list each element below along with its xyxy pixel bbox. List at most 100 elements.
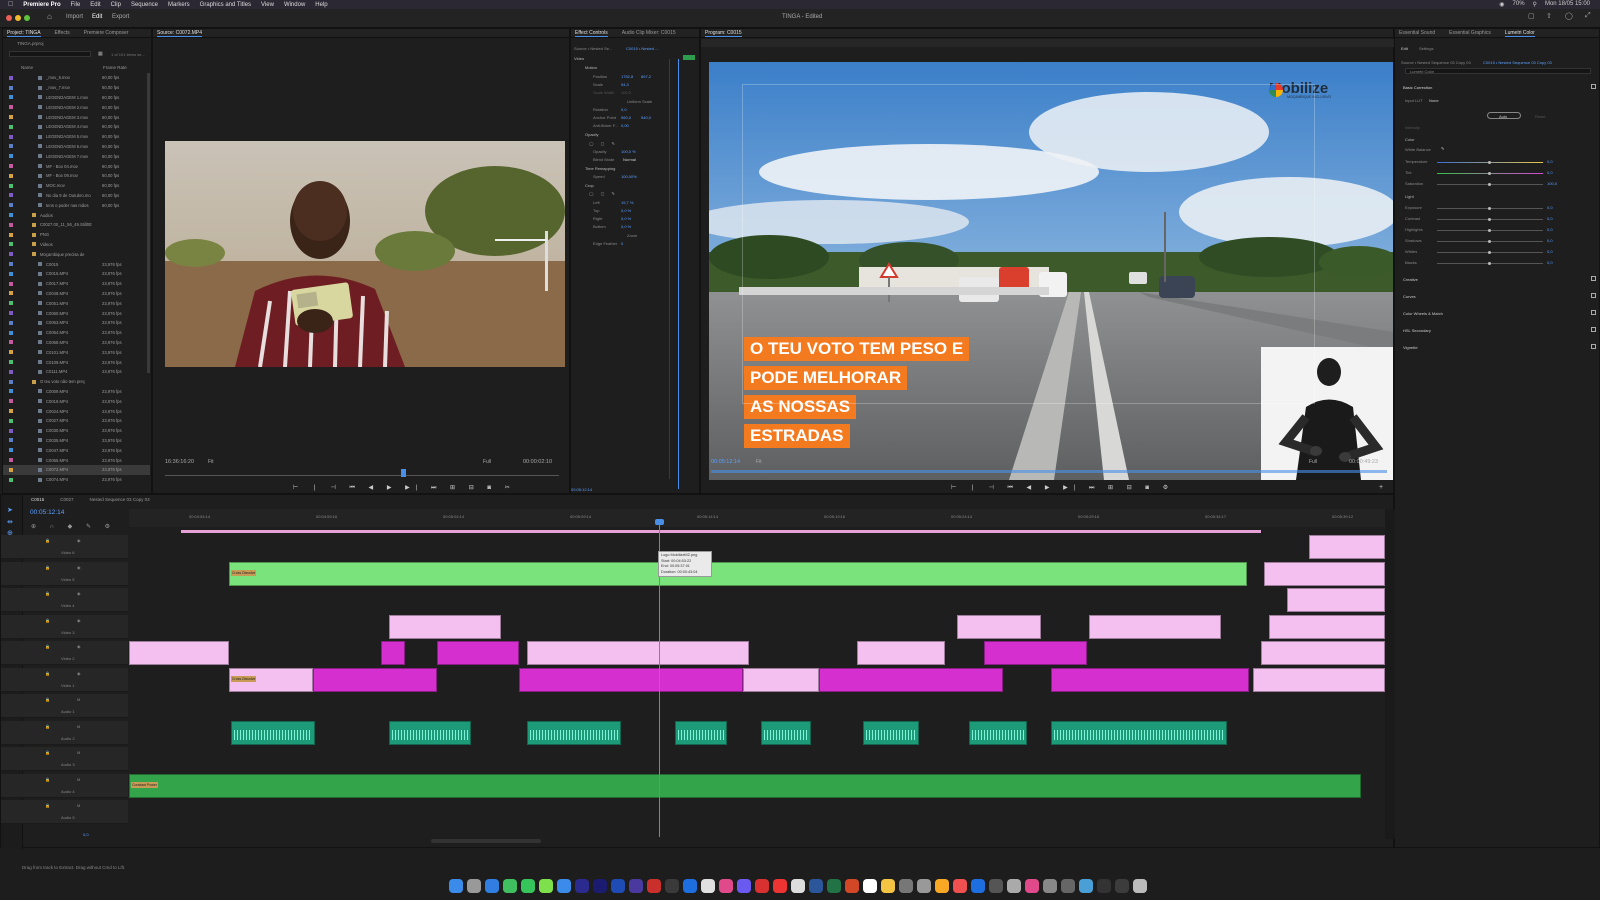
project-item[interactable]: MF - Box 04.mov 60,00 fps [3, 161, 150, 171]
tint-slider[interactable] [1437, 172, 1543, 175]
eyedropper-icon[interactable]: ✎ [1441, 146, 1444, 151]
tab-seq-c0015[interactable]: C0015 [31, 497, 44, 502]
dock-app-icon[interactable] [1007, 879, 1021, 893]
lock-icon[interactable]: 🔒 [45, 803, 50, 808]
column-frame-rate[interactable]: Frame Rate [103, 65, 127, 70]
track-header[interactable]: Audio 5 🔒 M [1, 800, 128, 824]
lumetri-target[interactable]: C0015 • Nested Sequence 03 Copy 03 [1483, 60, 1552, 65]
lumetri-section-checkbox[interactable] [1591, 327, 1596, 332]
lock-icon[interactable]: 🔒 [45, 671, 50, 676]
tab-premiere-composer[interactable]: Premiere Composer [84, 30, 129, 36]
fx-position-x[interactable]: 1752,8 [621, 74, 633, 79]
lock-icon[interactable]: 🔒 [45, 697, 50, 702]
contrast-slider-handle[interactable] [1488, 218, 1491, 221]
mute-icon[interactable]: M [77, 724, 80, 729]
dock-app-icon[interactable] [809, 879, 823, 893]
project-item[interactable]: LEGENDAGEM 7.mov 60,00 fps [3, 151, 150, 161]
project-item[interactable]: LEGENDAGEM 3.mov 60,00 fps [3, 112, 150, 122]
program-scrub-bar[interactable] [711, 470, 1387, 473]
saturation-slider-handle[interactable] [1488, 183, 1491, 186]
dock-app-icon[interactable] [881, 879, 895, 893]
project-item[interactable]: C0017.MP4 23,976 fps [3, 279, 150, 289]
work-area-bar[interactable] [181, 530, 1261, 533]
track-header[interactable]: Audio 4 🔒 M [1, 773, 128, 798]
track-header[interactable]: Audio 1 🔒 M [1, 694, 128, 718]
project-item[interactable]: Moçambique precisa de [3, 249, 150, 259]
tab-project[interactable]: Project: TINGA [7, 30, 41, 37]
fx-rotation-value[interactable]: 0,0 [621, 107, 627, 112]
dock-app-icon[interactable] [521, 879, 535, 893]
menu-graphics[interactable]: Graphics and Titles [200, 2, 251, 8]
lumetri-fx-select[interactable]: Lumetri Color [1405, 68, 1591, 74]
progress-icon[interactable]: ◯ [1565, 12, 1573, 20]
dock-app-icon[interactable] [827, 879, 841, 893]
fx-opacity[interactable]: Opacity [585, 132, 599, 137]
highlights-slider-handle[interactable] [1488, 229, 1491, 232]
column-name[interactable]: Name [21, 65, 33, 70]
contrast-slider[interactable] [1437, 218, 1543, 221]
dock-app-icon[interactable] [665, 879, 679, 893]
project-item[interactable]: C0109.MP4 23,976 fps [3, 357, 150, 367]
project-item[interactable]: C0060.MP4 23,976 fps [3, 308, 150, 318]
fx-bottom-value[interactable]: 0,0 % [621, 224, 631, 229]
dock-app-icon[interactable] [629, 879, 643, 893]
app-menu[interactable]: Premiere Pro [23, 2, 60, 8]
audio-clip[interactable] [129, 773, 1361, 798]
lumetri-section-header[interactable]: Curves [1403, 294, 1416, 299]
lock-icon[interactable]: 🔒 [45, 777, 50, 782]
project-item[interactable]: C0009.MP4 23,976 fps [3, 387, 150, 397]
workspace-import[interactable]: Import [66, 14, 83, 20]
fx-playhead[interactable] [678, 59, 679, 489]
project-item[interactable]: LEGENDAGEM 2.mov 60,00 fps [3, 102, 150, 112]
blacks-slider[interactable] [1437, 262, 1543, 265]
track-header[interactable]: Video 6 🔒 ◉ [1, 535, 128, 559]
tab-seq-c0027[interactable]: C0027 [60, 497, 73, 502]
dock-app-icon[interactable] [449, 879, 463, 893]
timeline-timecode[interactable]: 00:05:12:14 [30, 509, 64, 516]
project-item[interactable]: Videos [3, 240, 150, 250]
menu-file[interactable]: File [71, 2, 81, 8]
project-item[interactable]: LEGENDAGEM 6.mov 60,00 fps [3, 142, 150, 152]
new-bin-icon[interactable]: ▦ [98, 51, 103, 57]
video-clip[interactable] [1089, 614, 1221, 639]
project-item[interactable]: LEGENDAGEM 4.mov 60,00 fps [3, 122, 150, 132]
program-transport-controls[interactable]: ⊢ ❘ ⊣ ⏮ ◀ ▶ ▶| ⏭ ⊞ ⊟ ◙ ⚙ [951, 484, 1174, 492]
fx-motion[interactable]: Motion [585, 65, 597, 70]
contrast-value[interactable]: 0,0 [1547, 216, 1553, 221]
wifi-icon[interactable]: ◉ [1499, 1, 1504, 8]
video-clip[interactable] [313, 667, 437, 692]
video-clip[interactable] [229, 561, 1247, 586]
auto-button[interactable]: Auto [1487, 112, 1521, 119]
menu-window[interactable]: Window [284, 2, 305, 8]
tint-slider-handle[interactable] [1488, 172, 1491, 175]
project-item[interactable]: C0024.MP4 23,976 fps [3, 406, 150, 416]
dock-app-icon[interactable] [935, 879, 949, 893]
transition-constant-power[interactable]: Constant Power [131, 781, 158, 788]
program-resolution-select[interactable]: Full [1309, 459, 1317, 465]
lumetri-section-header[interactable]: HSL Secondary [1403, 328, 1431, 333]
project-item[interactable]: _mov_7.mov 60,00 fps [3, 83, 150, 93]
temperature-slider-handle[interactable] [1488, 161, 1491, 164]
audio-clip[interactable] [527, 720, 621, 745]
tab-effect-controls[interactable]: Effect Controls [575, 30, 608, 37]
menu-markers[interactable]: Markers [168, 2, 190, 8]
dock-app-icon[interactable] [1043, 879, 1057, 893]
highlights-slider[interactable] [1437, 229, 1543, 232]
eye-icon[interactable]: ◉ [77, 618, 81, 623]
dock-app-icon[interactable] [899, 879, 913, 893]
blacks-slider-handle[interactable] [1488, 262, 1491, 265]
mute-icon[interactable]: M [77, 750, 80, 755]
timeline-scrollbar[interactable] [431, 839, 541, 843]
dock-app-icon[interactable] [719, 879, 733, 893]
source-playhead[interactable] [401, 469, 406, 477]
fx-opacity-value[interactable]: 100,0 % [621, 149, 636, 154]
input-lut-select[interactable]: None [1429, 98, 1439, 103]
dock-app-icon[interactable] [701, 879, 715, 893]
project-item[interactable]: C0019.MP4 23,976 fps [3, 396, 150, 406]
fx-timecode[interactable]: 00:05:12:14 [571, 487, 592, 492]
project-item[interactable]: Audios [3, 210, 150, 220]
zoom-window-button[interactable] [24, 15, 30, 21]
project-item[interactable]: C0064.MP4 23,976 fps [3, 328, 150, 338]
source-timecode[interactable]: 16:36:16:20 [165, 459, 194, 465]
lock-icon[interactable]: 🔒 [45, 750, 50, 755]
